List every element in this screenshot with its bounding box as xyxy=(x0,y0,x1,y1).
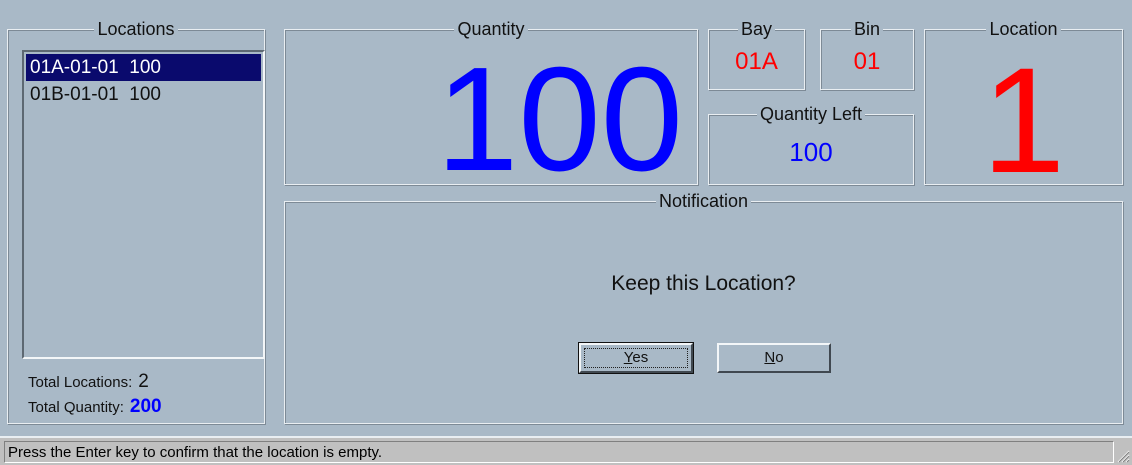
quantity-value: 100 xyxy=(436,37,683,202)
bin-title: Bin xyxy=(850,19,883,39)
yes-button[interactable]: Yes xyxy=(578,342,694,374)
total-quantity-label: Total Quantity: xyxy=(28,399,124,416)
total-locations: Total Locations: 2 xyxy=(28,371,149,393)
locations-group: Locations 01A-01-01 100 01B-01-01 100 To… xyxy=(7,19,265,424)
quantity-group: Quantity 100 xyxy=(284,19,698,194)
no-button[interactable]: No xyxy=(717,343,831,373)
locations-list[interactable]: 01A-01-01 100 01B-01-01 100 xyxy=(22,50,265,359)
total-quantity: Total Quantity: 200 xyxy=(28,396,162,418)
quantity-left-group: Quantity Left 100 xyxy=(708,104,914,185)
resize-grip-icon[interactable] xyxy=(1116,449,1130,463)
total-quantity-value: 200 xyxy=(129,396,162,417)
bay-value: 01A xyxy=(735,48,778,75)
locations-title: Locations xyxy=(94,19,178,39)
notification-group: Notification Keep this Location? Yes No xyxy=(284,191,1123,424)
quantity-left-title: Quantity Left xyxy=(756,104,866,124)
list-item[interactable]: 01A-01-01 100 xyxy=(26,54,261,81)
bay-group: Bay 01A xyxy=(708,19,805,90)
list-item[interactable]: 01B-01-01 100 xyxy=(24,81,263,108)
total-locations-label: Total Locations: xyxy=(28,374,133,391)
location-value: 1 xyxy=(981,36,1066,204)
bay-title: Bay xyxy=(737,19,776,39)
total-locations-value: 2 xyxy=(138,371,149,392)
quantity-title: Quantity xyxy=(454,19,528,39)
quantity-left-value: 100 xyxy=(789,137,833,167)
status-text: Press the Enter key to confirm that the … xyxy=(4,441,1114,463)
no-button-label: o xyxy=(775,349,784,366)
no-button-mnemonic: N xyxy=(764,349,776,366)
notification-message: Keep this Location? xyxy=(611,272,796,295)
bin-group: Bin 01 xyxy=(820,19,914,90)
status-bar: Press the Enter key to confirm that the … xyxy=(0,436,1132,465)
location-group: Location 1 xyxy=(924,19,1123,195)
bin-value: 01 xyxy=(853,48,881,75)
